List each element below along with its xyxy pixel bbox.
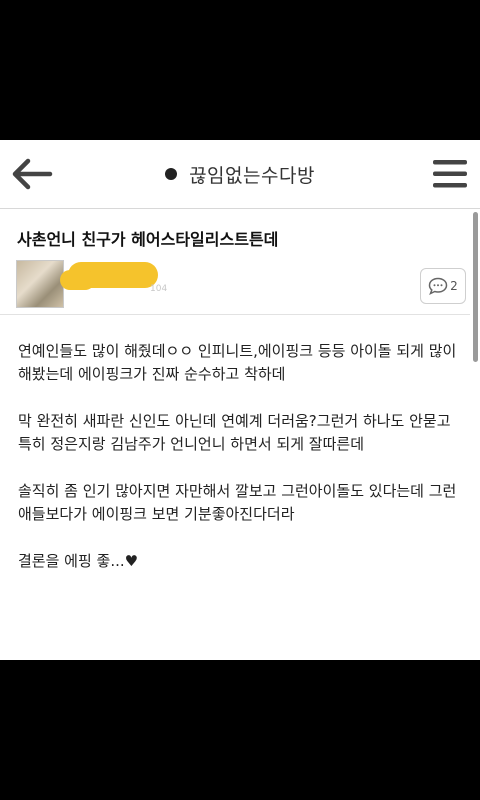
title-group: 끊임없는수다방	[0, 158, 480, 190]
comment-button[interactable]: 2	[420, 268, 466, 304]
post-meta: 104	[150, 284, 168, 294]
hamburger-icon	[433, 160, 467, 188]
post-body: 연예인들도 많이 해줬데ㅇㅇ 인피니트,에이핑크 등등 아이돌 되게 많이 해봤…	[18, 340, 468, 597]
page-title: 끊임없는수다방	[189, 164, 315, 187]
comment-count: 2	[450, 279, 458, 293]
status-dot	[165, 168, 178, 180]
post-paragraph: 막 완전히 새파란 신인도 아닌데 연예계 더러움?그런거 하나도 안묻고 특히…	[18, 412, 451, 453]
app-screen: 끊임없는수다방 사촌언니 친구가 헤어스타일리스트튼데 104 2 연예인들도 …	[0, 140, 480, 660]
post-paragraph: 연예인들도 많이 해줬데ㅇㅇ 인피니트,에이핑크 등등 아이돌 되게 많이 해봤…	[18, 342, 457, 383]
speech-bubble-icon	[428, 277, 448, 295]
scrollbar[interactable]	[473, 212, 478, 362]
menu-button[interactable]	[432, 156, 468, 192]
post-paragraph: 결론을 에핑 좋...♥	[18, 552, 139, 570]
app-bar: 끊임없는수다방	[0, 140, 480, 209]
avatar[interactable]	[16, 260, 64, 308]
post-header: 사촌언니 친구가 헤어스타일리스트튼데 104 2	[0, 210, 470, 315]
redacted-author-extra	[60, 270, 95, 290]
post-title: 사촌언니 친구가 헤어스타일리스트튼데	[17, 230, 279, 249]
post-paragraph: 솔직히 좀 인기 많아지면 자만해서 깔보고 그런아이돌도 있다는데 그런애들보…	[18, 482, 457, 523]
